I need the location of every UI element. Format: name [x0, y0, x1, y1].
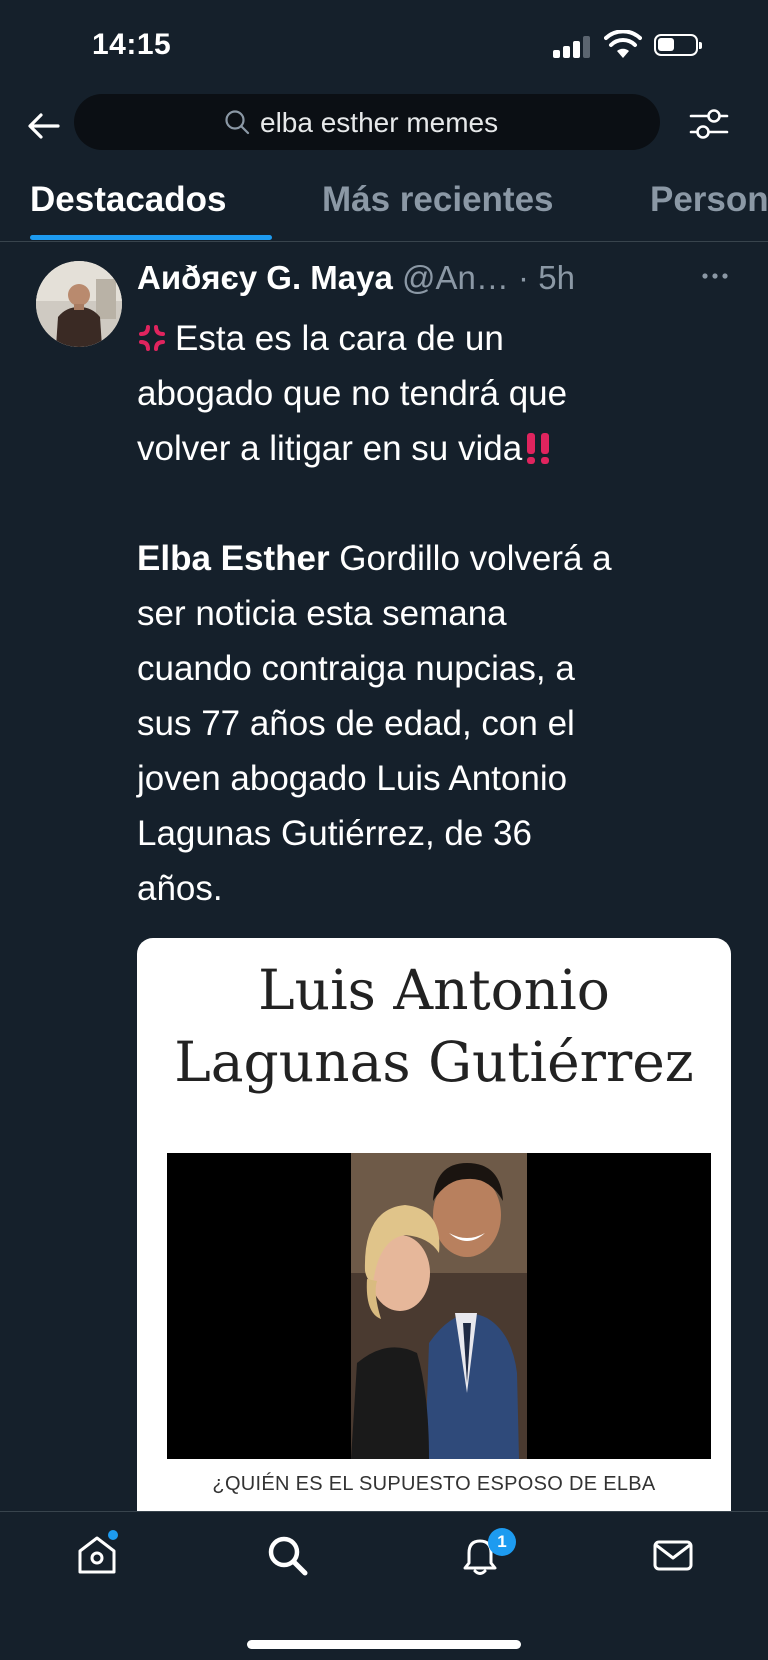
- avatar[interactable]: [36, 261, 122, 347]
- status-time: 14:15: [92, 28, 172, 61]
- media-title-line: Lagunas Gutiérrez: [174, 1030, 694, 1094]
- search-query: elba esther memes: [260, 107, 499, 138]
- status-bar: 14:15: [0, 0, 768, 92]
- tweet-line: Gordillo volverá a: [329, 539, 612, 578]
- tab-mas-recientes[interactable]: Más recientes: [322, 180, 554, 220]
- signal-icon: [553, 36, 593, 58]
- back-arrow-icon[interactable]: [26, 108, 62, 144]
- search-input[interactable]: elba esther memes: [74, 94, 660, 150]
- media-title-line: Luis Antonio: [258, 958, 610, 1022]
- tab-destacados[interactable]: Destacados: [30, 180, 226, 220]
- tab-personas[interactable]: Personas: [650, 180, 768, 220]
- tweet-line: Esta es la cara de un: [175, 319, 504, 358]
- bottom-nav: 1: [0, 1511, 768, 1660]
- search-nav-icon[interactable]: [264, 1532, 310, 1578]
- tweet-line: cuando contraiga nupcias, a: [137, 649, 575, 688]
- tweet-text: Esta es la cara de un abogado que no ten…: [137, 311, 737, 916]
- double-exclamation-icon: [527, 433, 550, 464]
- tweet-line: abogado que no tendrá que: [137, 374, 568, 413]
- messages-icon[interactable]: [650, 1532, 696, 1578]
- more-options-icon[interactable]: [700, 271, 730, 281]
- notifications-badge: 1: [488, 1528, 516, 1556]
- tweet-line: ser noticia esta semana: [137, 594, 507, 633]
- tweet-line: sus 77 años de edad, con el: [137, 704, 575, 743]
- header-separator: ·: [508, 259, 539, 296]
- battery-icon: [654, 34, 702, 56]
- tweet-time[interactable]: 5h: [538, 259, 575, 296]
- tweet[interactable]: Аиðяєу G. Maya @An… · 5h Esta es la cara…: [0, 243, 768, 1511]
- tweet-line: años.: [137, 869, 223, 908]
- search-icon: [225, 110, 250, 135]
- tweet-line: joven abogado Luis Antonio: [137, 759, 568, 798]
- active-tab-indicator: [30, 235, 272, 240]
- wifi-icon: [604, 30, 642, 58]
- tweet-line: volver a litigar en su vida: [137, 429, 523, 468]
- media-title: Luis Antonio Lagunas Gutiérrez: [137, 954, 731, 1098]
- tweet-line: Lagunas Gutiérrez, de 36: [137, 814, 532, 853]
- search-header: elba esther memes: [0, 92, 768, 160]
- search-tabs: Destacados Más recientes Personas: [0, 160, 768, 242]
- search-settings-icon[interactable]: [688, 104, 730, 144]
- tweet-header: Аиðяєу G. Maya @An… · 5h: [137, 259, 737, 307]
- author-name[interactable]: Аиðяєу G. Maya: [137, 259, 393, 296]
- media-photo: [167, 1153, 711, 1459]
- home-unread-dot: [108, 1530, 118, 1540]
- home-indicator[interactable]: [247, 1640, 521, 1649]
- anger-symbol-icon: [139, 325, 165, 351]
- author-handle[interactable]: @An…: [402, 259, 509, 296]
- highlighted-name: Elba Esther: [137, 539, 330, 578]
- media-caption: ¿QUIÉN ES EL SUPUESTO ESPOSO DE ELBA: [212, 1473, 656, 1495]
- tweet-media-image[interactable]: Luis Antonio Lagunas Gutiérrez ¿QUIÉN ES…: [137, 938, 731, 1511]
